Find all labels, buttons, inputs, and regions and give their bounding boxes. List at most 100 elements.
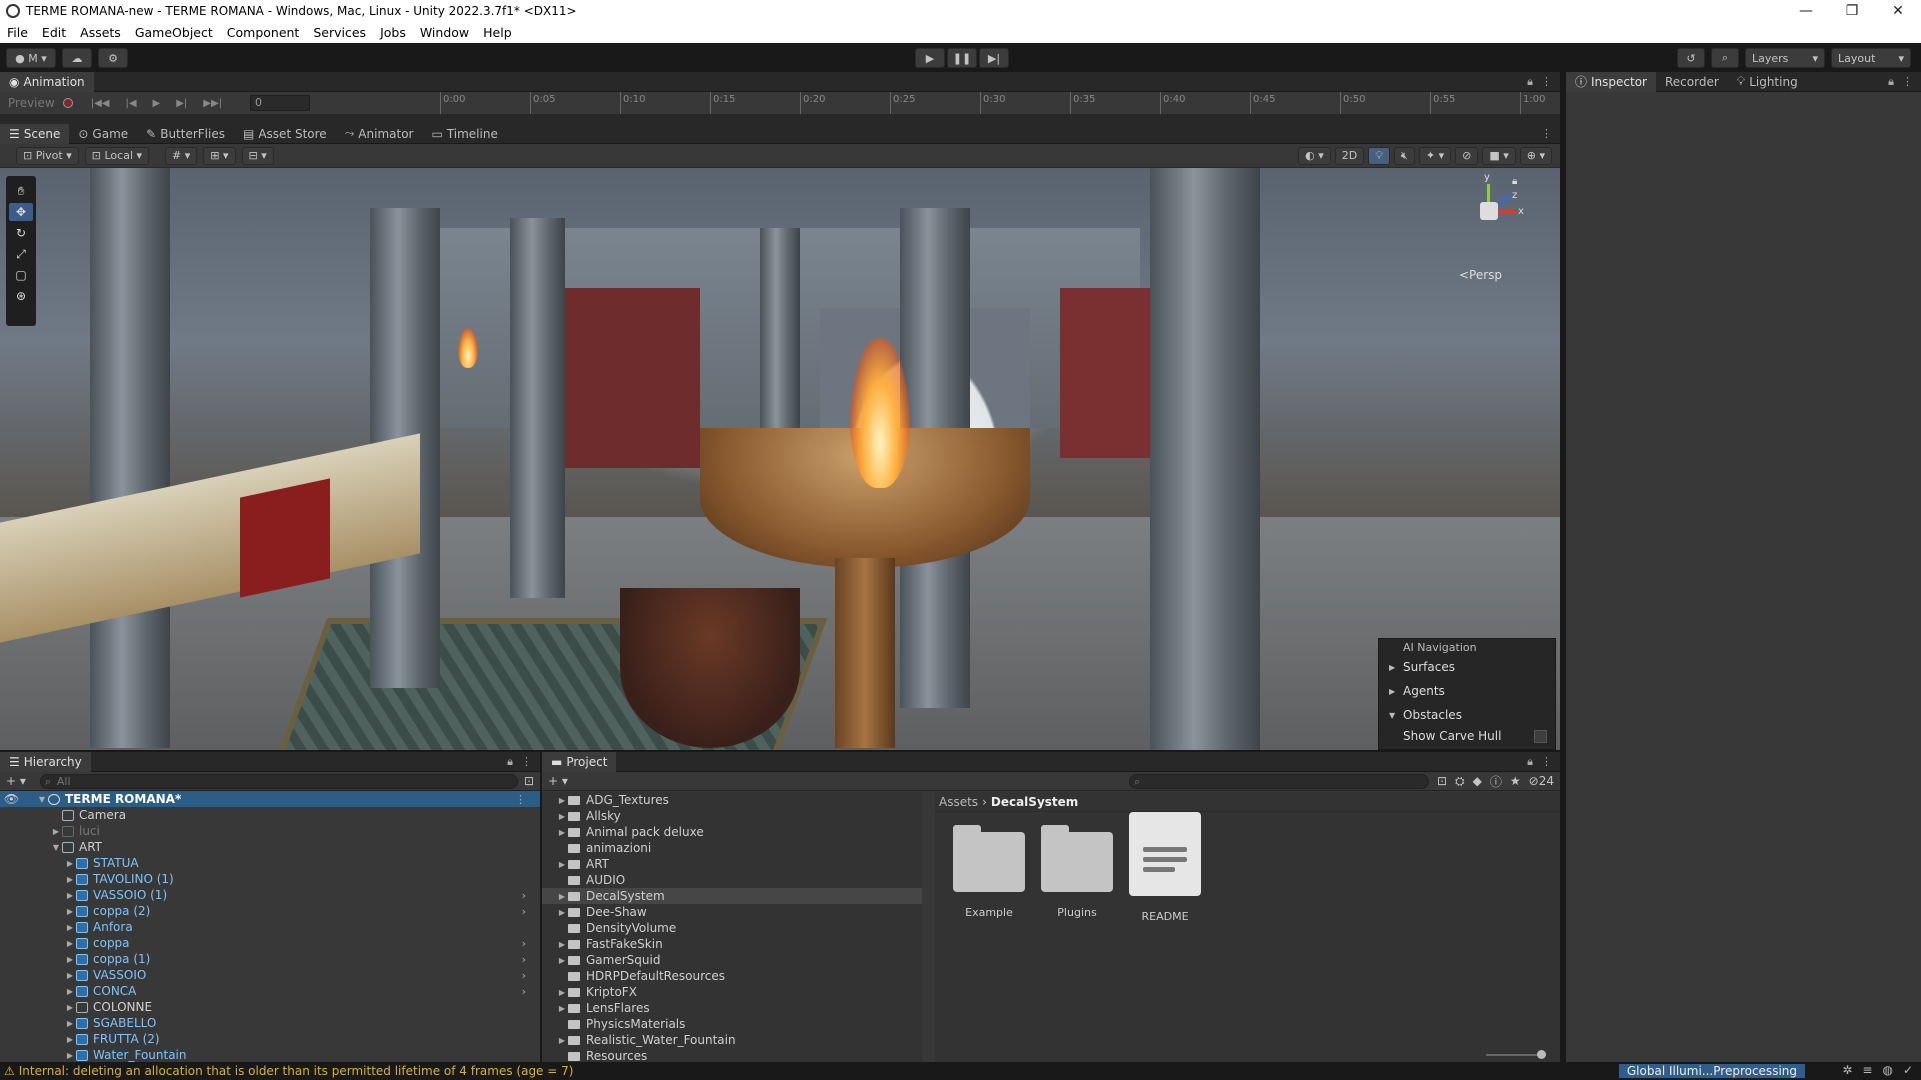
chevron-right-icon[interactable]: › (522, 905, 526, 918)
chevron-right-icon[interactable]: › (522, 953, 526, 966)
hierarchy-row[interactable]: ▶ COLONNE (0, 999, 540, 1015)
network-icon[interactable]: ◍ (1882, 1063, 1892, 1077)
tab-lighting[interactable]: 💡︎ Lighting (1728, 72, 1807, 92)
pivot-dropdown[interactable]: ⊡ Pivot ▾ (16, 146, 79, 165)
preview-toggle[interactable]: Preview (0, 96, 63, 110)
orientation-gizmo[interactable]: y x z 🔒︎ <Persp (1454, 172, 1524, 282)
chevron-right-icon[interactable]: › (522, 889, 526, 902)
triangle-right-icon[interactable]: ▶ (64, 939, 76, 948)
menu-services[interactable]: Services (306, 25, 373, 40)
lock-icon[interactable]: 🔒︎ (507, 755, 513, 769)
hierarchy-row[interactable]: ▶ TAVOLINO (1) (0, 871, 540, 887)
hierarchy-row[interactable]: ▶ coppa (1) › (0, 951, 540, 967)
transform-tool-icon[interactable]: ⊛ (9, 287, 33, 305)
lighting-toggle[interactable]: 💡︎ (1368, 146, 1390, 165)
triangle-right-icon[interactable]: ▶ (556, 940, 568, 949)
menu-edit[interactable]: Edit (35, 25, 73, 40)
menu-component[interactable]: Component (220, 25, 307, 40)
projection-toggle[interactable]: <Persp (1459, 268, 1502, 282)
lock-icon[interactable]: 🔒︎ (1512, 176, 1517, 187)
project-folder-row[interactable]: ▶ Realistic_Water_Fountain (542, 1032, 922, 1048)
tag-icon[interactable]: ◆ (1473, 774, 1482, 788)
hierarchy-row[interactable]: ▶ coppa (2) › (0, 903, 540, 919)
lock-icon[interactable]: 🔒︎ (1888, 75, 1894, 89)
star-icon[interactable]: ★ (1510, 774, 1521, 788)
triangle-right-icon[interactable]: ▶ (64, 987, 76, 996)
tab-hierarchy[interactable]: ☰ Hierarchy (0, 751, 91, 772)
project-folder-row[interactable]: ▶ ADG_Textures (542, 792, 922, 808)
hierarchy-row[interactable]: ▶ FRUTTA (2) (0, 1031, 540, 1047)
info-icon[interactable]: ⓘ (1490, 773, 1502, 790)
hierarchy-row[interactable]: ▶ CONCA › (0, 983, 540, 999)
triangle-right-icon[interactable]: ▶ (556, 908, 568, 917)
tab-scene[interactable]: ☰ Scene (0, 123, 70, 144)
project-folder-row[interactable]: HDRPDefaultResources (542, 968, 922, 984)
triangle-right-icon[interactable]: ▶ (64, 971, 76, 980)
project-folder-row[interactable]: Resources (542, 1048, 922, 1062)
tab-game[interactable]: ⊙ Game (69, 124, 137, 144)
more-menu-icon[interactable]: ⋮ (1541, 75, 1552, 89)
scale-tool-icon[interactable]: ⤢ (9, 245, 33, 263)
triangle-right-icon[interactable]: ▶ (64, 923, 76, 932)
project-folder-row[interactable]: ▶ Allsky (542, 808, 922, 824)
cloud-button[interactable]: ☁ (62, 48, 92, 68)
project-folder-row[interactable]: AUDIO (542, 872, 922, 888)
minimize-icon[interactable]: — (1783, 3, 1829, 19)
more-menu-icon[interactable]: ⋮ (1902, 75, 1913, 89)
project-folder-row[interactable]: ▶ LensFlares (542, 1000, 922, 1016)
next-key-icon[interactable]: ▶| (176, 98, 187, 109)
more-menu-icon[interactable]: ⋮ (1541, 755, 1552, 769)
first-key-icon[interactable]: |◀◀ (91, 98, 110, 109)
more-menu-icon[interactable]: ⋮ (1541, 127, 1552, 140)
triangle-right-icon[interactable]: ▶ (556, 812, 568, 821)
create-button[interactable]: + ▾ (6, 774, 26, 788)
menu-file[interactable]: File (0, 25, 35, 40)
move-tool-icon[interactable]: ✥ (9, 203, 33, 221)
audio-toggle[interactable]: 🔇︎ (1393, 146, 1415, 165)
triangle-right-icon[interactable]: ▶ (556, 892, 568, 901)
more-menu-icon[interactable]: ⋮ (515, 793, 526, 806)
hierarchy-row[interactable]: ▶ SGABELLO (0, 1015, 540, 1031)
project-folder-row[interactable]: ▶ Animal pack deluxe (542, 824, 922, 840)
hierarchy-row[interactable]: ▼ ART (0, 839, 540, 855)
rect-tool-icon[interactable]: ▢ (9, 266, 33, 284)
asset-folder-plugins[interactable]: Plugins (1037, 822, 1117, 919)
gizmos-button[interactable]: ⊕ ▾ (1519, 146, 1552, 165)
2d-toggle[interactable]: 2D (1334, 146, 1365, 165)
hierarchy-row[interactable]: ▶ VASSOIO › (0, 967, 540, 983)
step-button[interactable]: ▶| (979, 48, 1009, 68)
menu-window[interactable]: Window (413, 25, 476, 40)
tab-inspector[interactable]: ⓘ Inspector (1566, 71, 1656, 92)
layers-dropdown[interactable]: Layers ▾ (1745, 48, 1825, 68)
tab-butterflies[interactable]: ✎ ButterFlies (137, 124, 234, 144)
project-folder-row[interactable]: ▶ KriptoFX (542, 984, 922, 1000)
menu-help[interactable]: Help (476, 25, 519, 40)
play-button[interactable]: ▶ (915, 48, 945, 68)
lock-icon[interactable]: 🔒︎ (1527, 75, 1533, 89)
triangle-right-icon[interactable]: ▶ (64, 907, 76, 916)
project-folder-row[interactable]: ▶ GamerSquid (542, 952, 922, 968)
collab-button[interactable]: ⚙ (98, 48, 128, 68)
tab-animator[interactable]: ⤳ Animator (336, 124, 423, 144)
asset-folder-example[interactable]: Example (949, 822, 1029, 919)
triangle-right-icon[interactable]: ▶ (556, 956, 568, 965)
record-icon[interactable] (62, 98, 73, 108)
timeline-ruler[interactable]: 0:00 0:05 0:10 0:15 0:20 0:25 0:30 0:35 0:40 0:45… (440, 92, 1560, 114)
increment-snap-button[interactable]: ⊞ ▾ (203, 146, 236, 165)
close-icon[interactable]: ✕ (1875, 3, 1921, 19)
history-button[interactable]: ↺ (1677, 48, 1705, 68)
ai-navigation-title[interactable]: AI Navigation (1379, 639, 1555, 655)
triangle-down-icon[interactable]: ▼ (36, 795, 48, 804)
menu-assets[interactable]: Assets (73, 25, 128, 40)
maximize-icon[interactable]: ❐ (1829, 3, 1875, 19)
console-message[interactable]: Internal: deleting an allocation that is… (19, 1064, 574, 1078)
hidden-objects-toggle[interactable]: ⊘ (1455, 146, 1479, 165)
ai-nav-surfaces[interactable]: ▶ Surfaces (1379, 655, 1555, 679)
camera-settings-button[interactable]: ■ ▾ (1482, 146, 1516, 165)
hierarchy-row[interactable]: ▶ Anfora (0, 919, 540, 935)
search-by-type-icon[interactable]: ⊡ (1437, 774, 1447, 788)
show-carve-hull-checkbox[interactable] (1534, 729, 1547, 743)
project-folder-row[interactable]: PhysicsMaterials (542, 1016, 922, 1032)
hierarchy-row[interactable]: ▶ VASSOIO (1) › (0, 887, 540, 903)
grid-snap-button[interactable]: # ▾ (165, 146, 198, 165)
